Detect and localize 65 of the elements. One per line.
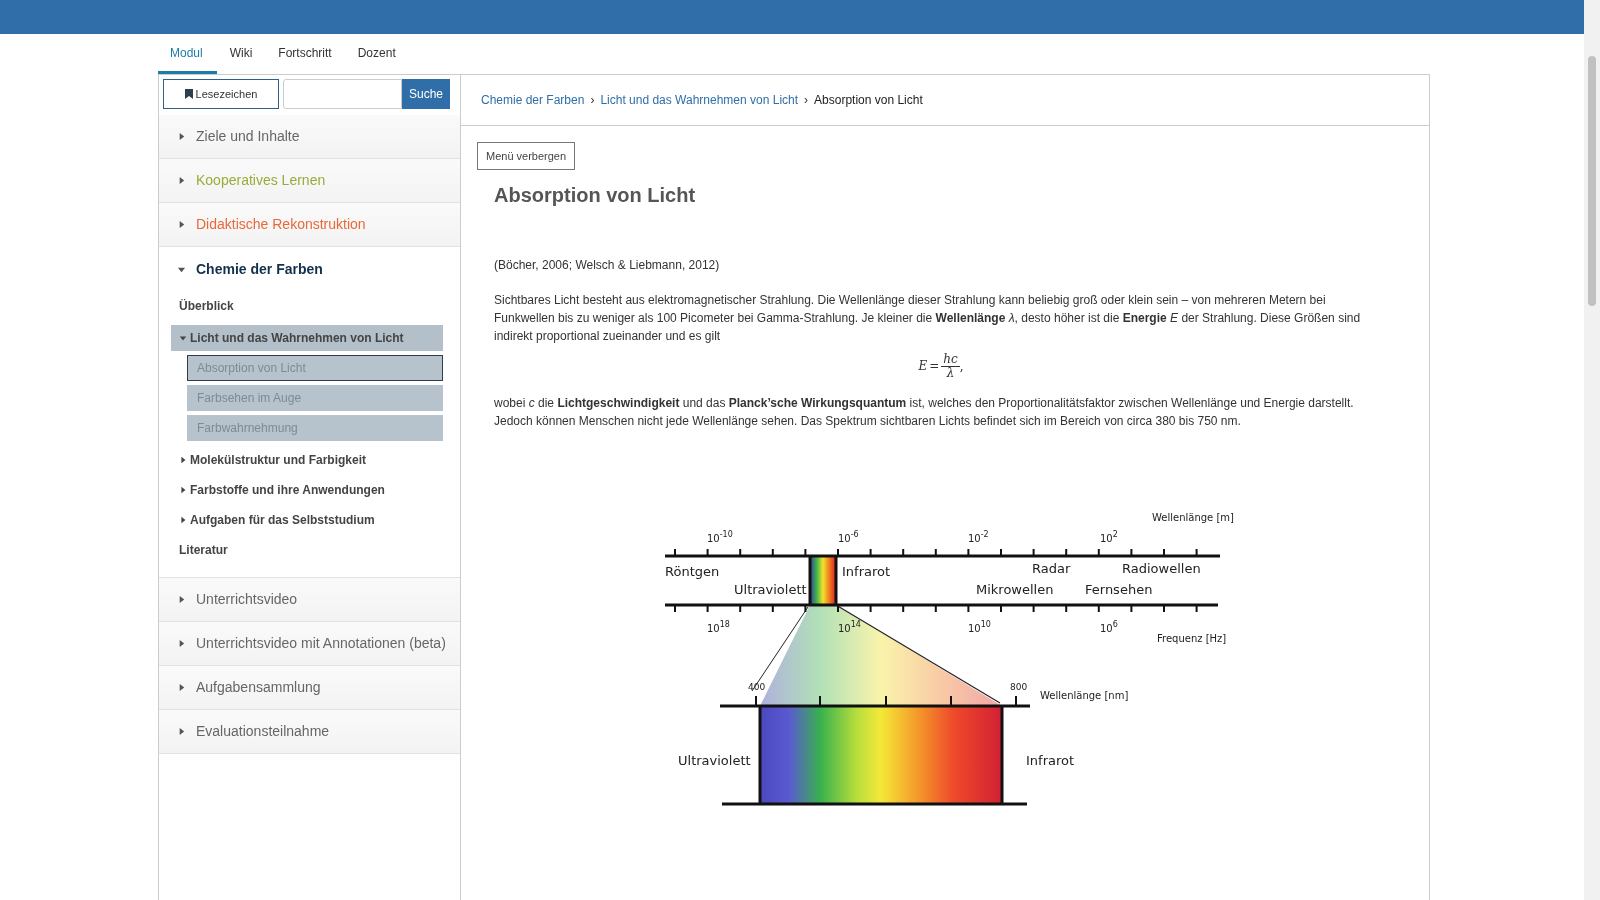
caret-right-icon [177,639,186,648]
section-header[interactable]: Aufgabensammlung [159,666,460,710]
hide-menu-button[interactable]: Menü verbergen [477,142,576,170]
tick-label: 10$^{-6}$ [838,530,859,544]
caret-right-icon [179,456,187,464]
caret-right-icon [179,516,187,524]
caret-right-icon [177,683,186,692]
search-field[interactable] [283,79,402,109]
breadcrumb-separator: › [590,92,595,109]
axis-label: Wellenlänge [m] [1152,512,1234,523]
breadcrumb-link[interactable]: Chemie der Farben [481,91,585,109]
band-label: Infrarot [1026,753,1075,768]
menu-item[interactable]: Licht und das Wahrnehmen von Licht [171,325,443,351]
axis-label: Frequenz [Hz] [1157,633,1227,644]
search-button[interactable]: Suche [402,79,450,109]
tick-label: 10$^{18}$ [707,620,730,634]
tick-label: 10$^{6}$ [1100,620,1118,634]
menu-item[interactable]: Überblick [159,291,460,321]
tab[interactable]: Fortschritt [265,34,345,74]
menu-item[interactable]: Farbstoffe und ihre Anwendungen [159,475,460,505]
caret-right-icon [177,220,186,229]
scrollbar-thumb[interactable] [1588,56,1596,306]
band-label: Ultraviolett [678,753,751,768]
tick-label: 10$^{-2}$ [968,530,989,544]
citation: (Böcher, 2006; Welsch & Liebmann, 2012) [494,257,721,274]
scrollbar[interactable] [1584,0,1600,900]
section-header[interactable]: Evaluationsteilnahme [159,710,460,754]
tick-label: 10$^{2}$ [1100,530,1118,544]
band-label: Fernsehen [1085,582,1153,597]
tab[interactable]: Modul [158,34,217,74]
paragraph: Sichtbares Licht besteht aus elektromagnetischer Strahlung. Die Wellenlänge dieser Strahlung kann beliebig groß oder klein sein – von mehreren Metern bei Funkwellen bis zu weniger als 100 Picometer bei Gamma-Strahlung. Je kleiner die Wellenlänge λ, desto höher ist die Energie E der Strahlung. Diese Größen sind indirekt proportional zueinander und es gilt [494,292,1362,345]
caret-right-icon [177,132,186,141]
tick-label: 10$^{-10}$ [707,530,733,544]
tick-label: 10$^{14}$ [838,620,861,634]
tick-label: 10$^{10}$ [968,620,991,634]
band-label: Mikrowellen [976,582,1054,597]
tab[interactable]: Dozent [344,34,409,74]
section-header[interactable]: Didaktische Rekonstruktion [159,203,460,247]
menu-item[interactable]: Aufgaben für das Selbststudium [159,505,460,535]
axis-label: Wellenlänge [nm] [1040,690,1129,701]
caret-right-icon [177,727,186,736]
caret-right-icon [177,176,186,185]
caret-down-icon [179,334,187,342]
band-label: Radiowellen [1122,561,1201,576]
breadcrumb-link[interactable]: Licht und das Wahrnehmen von Licht [600,91,799,109]
band-label: Radar [1032,561,1071,576]
breadcrumb-current: Absorption von Licht [814,92,923,109]
menu-item[interactable]: Molekülstruktur und Farbigkeit [159,445,460,475]
section-header[interactable]: Unterrichtsvideo mit Annotationen (beta) [159,622,460,666]
band-label: Röntgen [665,564,720,579]
breadcrumb-separator: › [804,92,809,109]
band-label: Ultraviolett [734,582,807,597]
section-header[interactable]: Unterrichtsvideo [159,578,460,622]
bookmark-icon [184,88,193,99]
tick-label: 400 [748,682,766,692]
tab[interactable]: Wiki [216,34,266,74]
menu-item[interactable]: Literatur [159,535,460,565]
paragraph: wobei c die Lichtgeschwindigkeit und das Planck’sche Wirkungsquantum ist, welches den Proportionalitätsfaktor zwischen Wellenlänge und Energie darstellt. Jedoch können Menschen nicht jede Wellenlänge sehen. Das Spektrum sichtbaren Lichts befindet sich im Bereich von circa 380 bis 750 nm. [494,395,1355,430]
band-label: Infrarot [842,564,891,579]
bookmark-button[interactable]: Lesezeichen [163,79,279,109]
caret-right-icon [177,595,186,604]
page-title: Absorption von Licht [494,183,697,208]
tick-label: 800 [1010,682,1028,692]
caret-right-icon [179,486,187,494]
section-header[interactable]: Ziele und Inhalte [159,115,460,159]
